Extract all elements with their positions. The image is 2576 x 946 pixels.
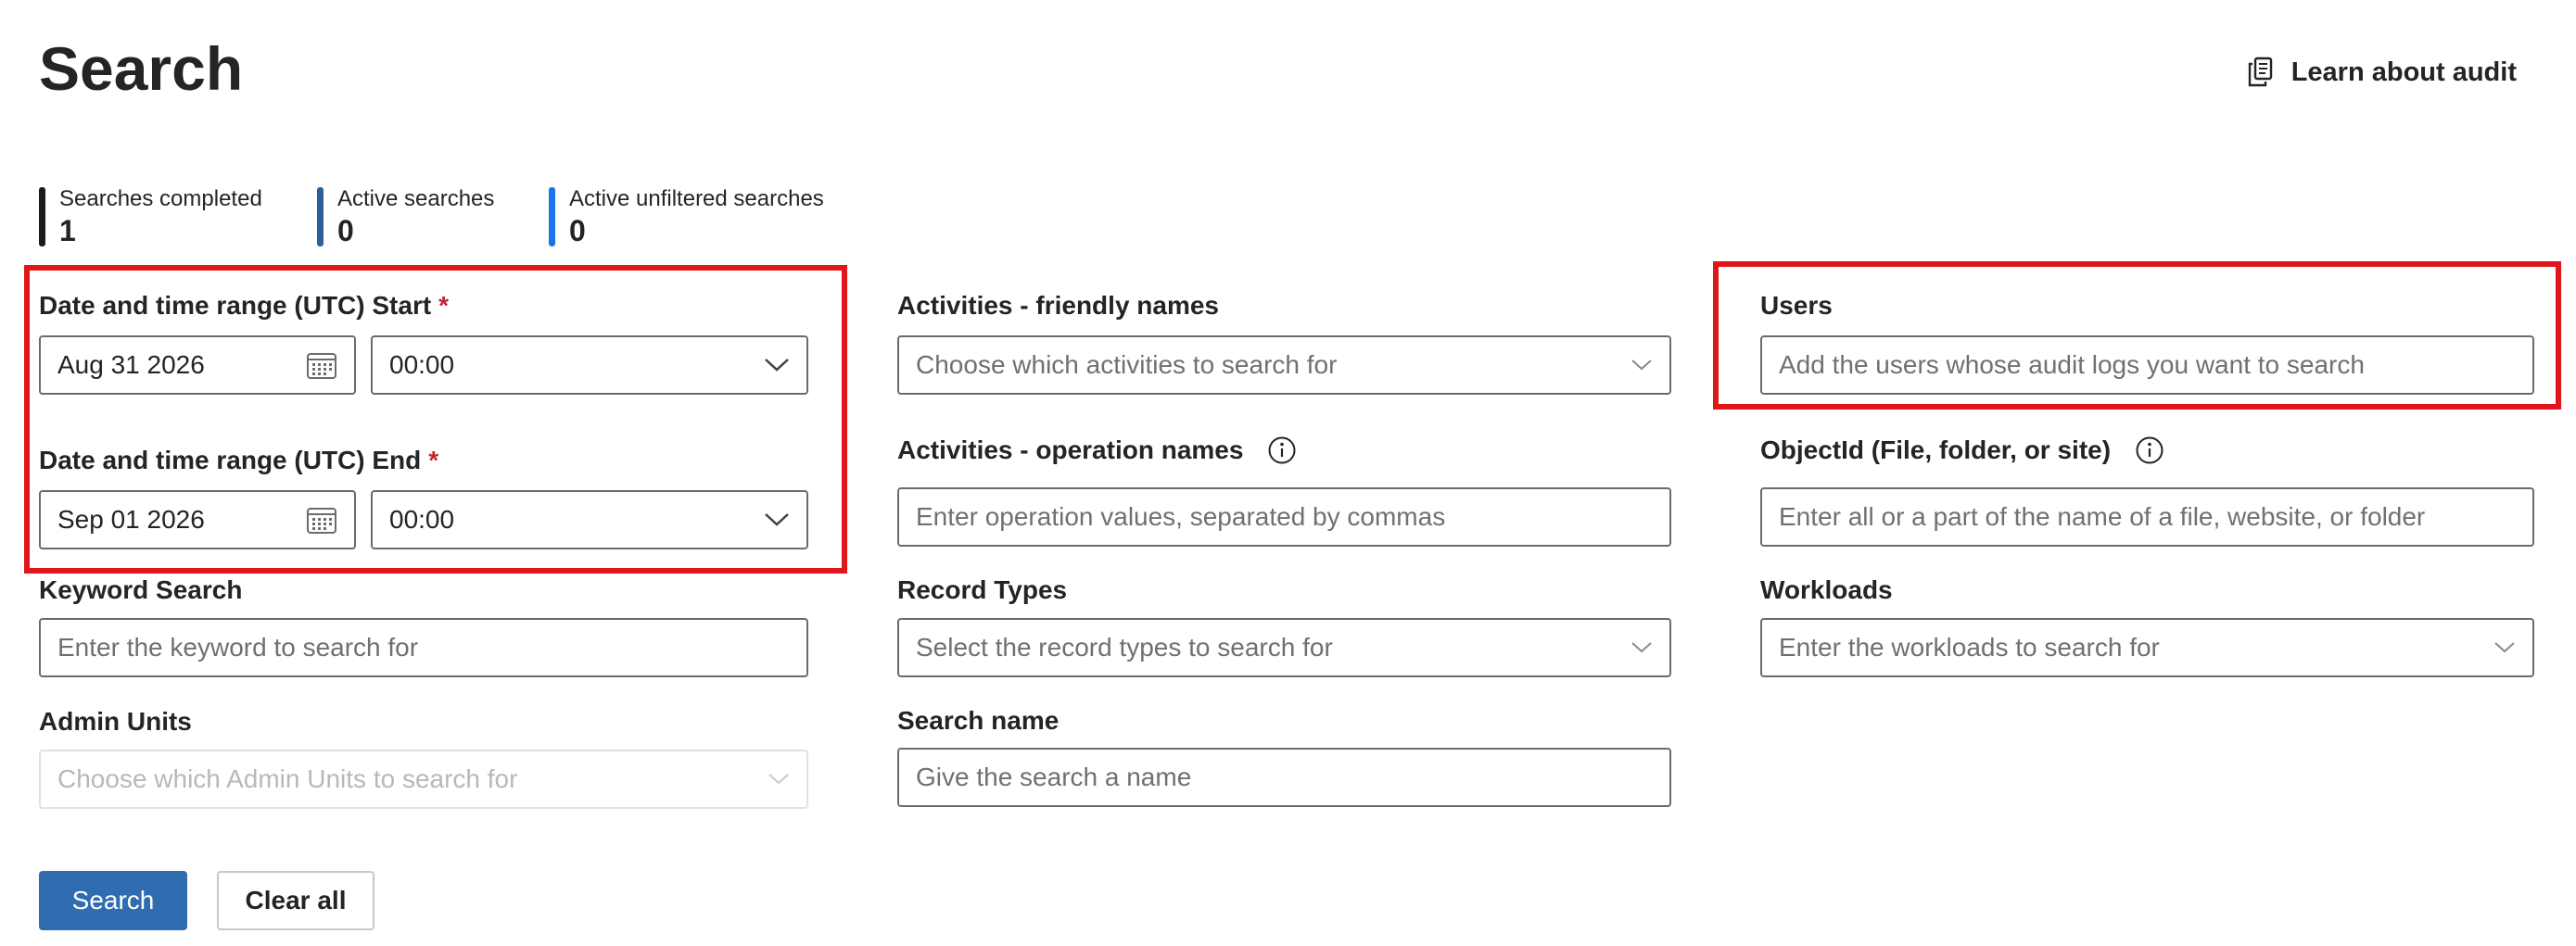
- stat-bar: [549, 187, 555, 246]
- activities-operation-placeholder: Enter operation values, separated by com…: [916, 502, 1446, 531]
- start-time-dropdown[interactable]: 00:00: [371, 335, 808, 395]
- end-time-dropdown[interactable]: 00:00: [371, 490, 808, 549]
- start-date-value: Aug 31 2026: [57, 350, 205, 379]
- chevron-down-icon: [1631, 359, 1652, 371]
- object-id-label: ObjectId (File, folder, or site): [1760, 435, 2164, 466]
- stat-label: Active unfiltered searches: [569, 186, 824, 211]
- stat-searches-completed: Searches completed 1: [39, 185, 262, 248]
- start-date-picker[interactable]: Aug 31 2026: [39, 335, 356, 395]
- object-id-placeholder: Enter all or a part of the name of a fil…: [1779, 502, 2426, 531]
- workloads-label: Workloads: [1760, 575, 1893, 604]
- required-mark: *: [428, 446, 439, 474]
- record-types-placeholder: Select the record types to search for: [916, 633, 1333, 662]
- activities-operation-input[interactable]: Enter operation values, separated by com…: [897, 487, 1671, 547]
- users-input[interactable]: Add the users whose audit logs you want …: [1760, 335, 2534, 395]
- calendar-icon[interactable]: [306, 350, 337, 380]
- users-placeholder: Add the users whose audit logs you want …: [1779, 350, 2365, 379]
- info-icon[interactable]: [1267, 435, 1297, 465]
- end-date-value: Sep 01 2026: [57, 505, 205, 534]
- start-date-label: Date and time range (UTC) Start *: [39, 290, 449, 322]
- object-id-label-text: ObjectId (File, folder, or site): [1760, 435, 2112, 464]
- stat-bar: [39, 187, 45, 246]
- activities-friendly-label: Activities - friendly names: [897, 291, 1220, 320]
- learn-about-audit-link[interactable]: Learn about audit: [2247, 52, 2517, 93]
- record-types-label: Record Types: [897, 575, 1068, 604]
- chevron-down-icon: [1631, 642, 1652, 653]
- stat-value: 1: [59, 214, 76, 247]
- admin-units-dropdown[interactable]: Choose which Admin Units to search for: [39, 750, 808, 809]
- stat-value: 0: [337, 214, 354, 247]
- learn-link-label: Learn about audit: [2290, 57, 2517, 87]
- start-date-label-text: Date and time range (UTC) Start: [39, 291, 432, 320]
- stat-active-unfiltered-searches: Active unfiltered searches 0: [549, 185, 824, 248]
- search-name-input[interactable]: Give the search a name: [897, 748, 1671, 807]
- activities-friendly-dropdown[interactable]: Choose which activities to search for: [897, 335, 1671, 395]
- activities-friendly-placeholder: Choose which activities to search for: [916, 350, 1338, 379]
- search-name-placeholder: Give the search a name: [916, 763, 1192, 791]
- search-name-label: Search name: [897, 706, 1060, 735]
- end-date-label-text: Date and time range (UTC) End: [39, 446, 422, 474]
- search-button[interactable]: Search: [39, 871, 187, 930]
- admin-units-placeholder: Choose which Admin Units to search for: [57, 764, 518, 793]
- object-id-input[interactable]: Enter all or a part of the name of a fil…: [1760, 487, 2534, 547]
- activities-operation-label: Activities - operation names: [897, 435, 1297, 466]
- chevron-down-icon: [768, 774, 789, 785]
- admin-units-label: Admin Units: [39, 707, 192, 736]
- stat-label: Searches completed: [59, 186, 262, 211]
- users-label: Users: [1760, 291, 1833, 320]
- activities-operation-label-text: Activities - operation names: [897, 435, 1244, 464]
- stat-value: 0: [569, 214, 586, 247]
- info-icon[interactable]: [2135, 435, 2164, 465]
- keyword-search-input[interactable]: Enter the keyword to search for: [39, 618, 808, 677]
- clear-all-button[interactable]: Clear all: [217, 871, 374, 930]
- end-time-value: 00:00: [389, 505, 455, 534]
- chevron-down-icon: [765, 513, 789, 526]
- page-title: Search: [39, 34, 244, 103]
- workloads-placeholder: Enter the workloads to search for: [1779, 633, 2160, 662]
- stat-bar: [317, 187, 324, 246]
- calendar-icon[interactable]: [306, 505, 337, 535]
- record-types-dropdown[interactable]: Select the record types to search for: [897, 618, 1671, 677]
- stat-label: Active searches: [337, 186, 495, 211]
- chevron-down-icon: [2494, 642, 2515, 653]
- document-copy-icon: [2248, 57, 2272, 87]
- required-mark: *: [438, 291, 450, 320]
- keyword-search-placeholder: Enter the keyword to search for: [57, 633, 419, 662]
- workloads-dropdown[interactable]: Enter the workloads to search for: [1760, 618, 2534, 677]
- keyword-search-label: Keyword Search: [39, 575, 243, 604]
- start-time-value: 00:00: [389, 350, 455, 379]
- chevron-down-icon: [765, 359, 789, 372]
- stat-active-searches: Active searches 0: [317, 185, 494, 248]
- end-date-label: Date and time range (UTC) End *: [39, 445, 438, 476]
- end-date-picker[interactable]: Sep 01 2026: [39, 490, 356, 549]
